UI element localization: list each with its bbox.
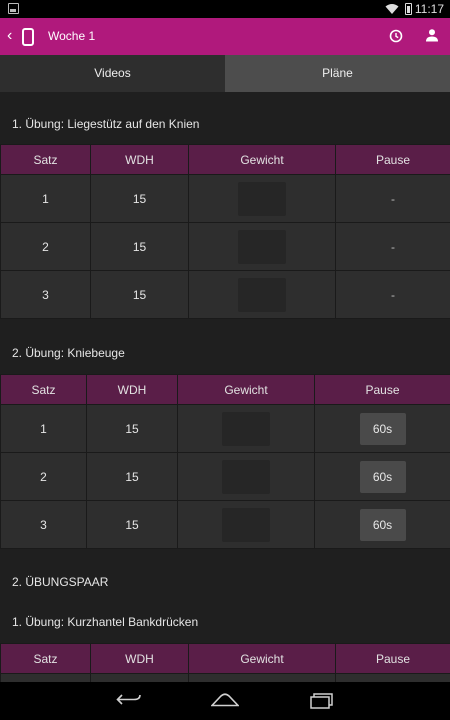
set-number: 3 — [0, 270, 91, 319]
back-arrow-icon[interactable]: ‹ — [7, 27, 19, 45]
app-logo-icon[interactable] — [22, 28, 34, 46]
nav-back-icon[interactable] — [116, 693, 142, 707]
column-header-gewicht: Gewicht — [177, 374, 315, 405]
table-header-row: Satz WDH Gewicht Pause — [0, 643, 450, 674]
reps-value: 15 — [86, 500, 178, 549]
pause-button[interactable]: 60s — [359, 508, 406, 541]
weight-input[interactable] — [238, 181, 286, 216]
table-row: 2 15 - — [0, 222, 450, 271]
set-number: 1 — [0, 174, 91, 223]
sets-table: Satz WDH Gewicht Pause 1 15 60s 2 15 60s… — [0, 374, 450, 549]
pause-value: - — [391, 239, 395, 254]
tab-plaene[interactable]: Pläne — [225, 55, 450, 92]
action-bar: ‹ Woche 1 — [0, 18, 450, 55]
tab-bar: Videos Pläne — [0, 55, 450, 92]
reps-value: 15 — [90, 174, 189, 223]
set-number: 3 — [0, 500, 87, 549]
set-number: 1 — [0, 404, 87, 453]
column-header-satz: Satz — [0, 144, 91, 175]
pause-cell: - — [335, 222, 450, 271]
system-nav-bar — [0, 682, 450, 720]
weight-cell — [188, 222, 336, 271]
table-header-row: Satz WDH Gewicht Pause — [0, 374, 450, 405]
wifi-icon — [385, 4, 399, 14]
pause-cell: 60s — [314, 500, 450, 549]
weight-input[interactable] — [238, 229, 286, 264]
reps-value: 15 — [90, 222, 189, 271]
weight-input[interactable] — [222, 459, 270, 494]
exercise-pair-title: 2. ÜBUNGSPAAR — [12, 575, 109, 589]
pause-cell: 60s — [314, 452, 450, 501]
reps-value: 15 — [86, 452, 178, 501]
table-row: 2 15 60s — [0, 452, 450, 501]
pause-cell: - — [335, 174, 450, 223]
column-header-wdh: WDH — [90, 144, 189, 175]
nav-recents-icon[interactable] — [310, 693, 334, 709]
weight-input[interactable] — [222, 411, 270, 446]
plan-content[interactable]: 1. Übung: Liegestütz auf den Knien Satz … — [0, 92, 450, 682]
weight-cell — [177, 452, 315, 501]
empty-cell — [335, 673, 450, 682]
column-header-wdh: WDH — [90, 643, 189, 674]
column-header-pause: Pause — [314, 374, 450, 405]
table-header-row: Satz WDH Gewicht Pause — [0, 144, 450, 175]
sets-table: Satz WDH Gewicht Pause — [0, 643, 450, 682]
battery-icon — [405, 3, 412, 15]
clock-icon[interactable] — [389, 29, 403, 43]
reps-value: 15 — [86, 404, 178, 453]
column-header-gewicht: Gewicht — [188, 144, 336, 175]
weight-input[interactable] — [238, 277, 286, 312]
column-header-wdh: WDH — [86, 374, 178, 405]
column-header-gewicht: Gewicht — [188, 643, 336, 674]
empty-cell — [188, 673, 336, 682]
image-notification-icon — [8, 3, 19, 14]
weight-cell — [188, 270, 336, 319]
nav-home-icon[interactable] — [211, 693, 239, 707]
reps-value: 15 — [90, 270, 189, 319]
status-time: 11:17 — [414, 2, 444, 16]
table-row: 1 15 - — [0, 174, 450, 223]
tab-videos[interactable]: Videos — [0, 55, 225, 92]
sets-table: Satz WDH Gewicht Pause 1 15 - 2 15 - 3 1… — [0, 144, 450, 319]
pause-value: - — [391, 287, 395, 302]
page-title: Woche 1 — [48, 29, 96, 43]
weight-cell — [177, 500, 315, 549]
table-row — [0, 673, 450, 682]
column-header-satz: Satz — [0, 643, 91, 674]
pause-button[interactable]: 60s — [359, 412, 406, 445]
exercise-title: 2. Übung: Kniebeuge — [12, 346, 125, 360]
set-number: 2 — [0, 452, 87, 501]
weight-cell — [177, 404, 315, 453]
exercise-title: 1. Übung: Liegestütz auf den Knien — [12, 117, 200, 131]
weight-input[interactable] — [222, 507, 270, 542]
exercise-title: 1. Übung: Kurzhantel Bankdrücken — [12, 615, 199, 629]
empty-cell — [90, 673, 189, 682]
table-row: 3 15 60s — [0, 500, 450, 549]
table-row: 3 15 - — [0, 270, 450, 319]
table-row: 1 15 60s — [0, 404, 450, 453]
status-bar: 11:17 — [0, 0, 450, 18]
pause-cell: - — [335, 270, 450, 319]
pause-cell: 60s — [314, 404, 450, 453]
user-icon[interactable] — [425, 28, 439, 42]
column-header-pause: Pause — [335, 643, 450, 674]
weight-cell — [188, 174, 336, 223]
column-header-satz: Satz — [0, 374, 87, 405]
empty-cell — [0, 673, 91, 682]
set-number: 2 — [0, 222, 91, 271]
column-header-pause: Pause — [335, 144, 450, 175]
pause-button[interactable]: 60s — [359, 460, 406, 493]
pause-value: - — [391, 191, 395, 206]
